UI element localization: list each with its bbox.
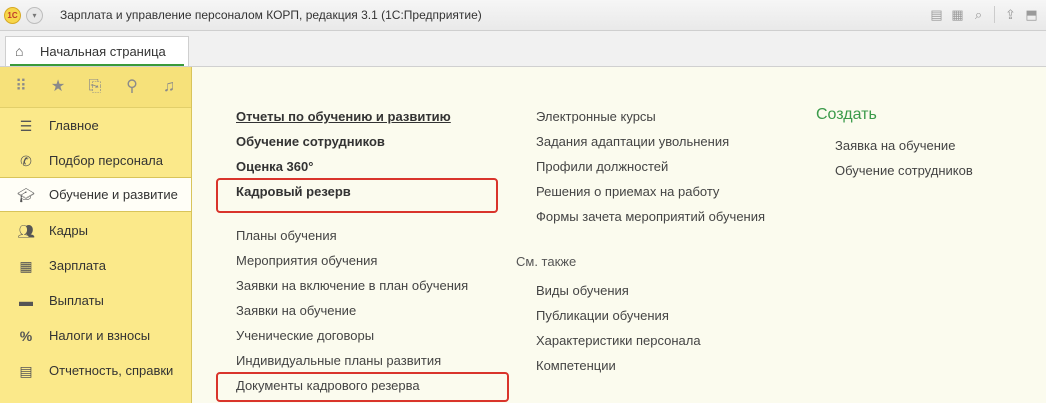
sidebar-item-hr[interactable]: 👥︎ Кадры [0, 214, 191, 249]
link-training-plans[interactable]: Планы обучения [236, 228, 337, 243]
sidebar-item-label: Налоги и взносы [49, 328, 151, 343]
home-icon: ⌂ [15, 43, 24, 59]
preview-icon[interactable]: ⌕ [970, 6, 987, 23]
link-training-events[interactable]: Мероприятия обучения [236, 253, 377, 268]
highlight-box [216, 178, 498, 213]
calculator-icon: ▦ [19, 258, 33, 274]
link-e-courses[interactable]: Электронные курсы [536, 109, 656, 124]
main-menu-button[interactable]: ▾ [26, 7, 43, 24]
print-icon[interactable]: ▦ [949, 6, 966, 23]
create-heading: Создать [816, 106, 877, 123]
menu-lines-icon: ☰ [19, 118, 33, 134]
sidebar-item-salary[interactable]: ▦ Зарплата [0, 249, 191, 284]
report-icon: ▤ [19, 363, 33, 379]
highlight-box [216, 372, 509, 402]
sidebar-item-payments[interactable]: ▬ Выплаты [0, 284, 191, 319]
link-training-types[interactable]: Виды обучения [536, 283, 629, 298]
sidebar-toolbar: ⠿ ★ ⎘ ⚲ ♫ [0, 67, 191, 108]
link-employee-training[interactable]: Обучение сотрудников [236, 134, 385, 149]
percent-icon: % [19, 328, 33, 344]
graduation-cap-icon: 🎓︎ [17, 187, 35, 203]
sidebar-item-label: Выплаты [49, 293, 104, 308]
search-icon[interactable]: ⚲ [122, 77, 142, 97]
upload-icon[interactable]: ⇪ [1002, 6, 1019, 23]
link-training-requests[interactable]: Заявки на обучение [236, 303, 356, 318]
link-personnel-characteristics[interactable]: Характеристики персонала [536, 333, 701, 348]
phone-icon: ✆ [20, 153, 32, 169]
link-position-profiles[interactable]: Профили должностей [536, 159, 668, 174]
tab-active-indicator [10, 64, 184, 66]
create-training-request[interactable]: Заявка на обучение [835, 138, 955, 153]
link-individual-development-plans[interactable]: Индивидуальные планы развития [236, 353, 441, 368]
wallet-icon: ▬ [19, 293, 33, 309]
sidebar-item-recruitment[interactable]: ✆ Подбор персонала [0, 144, 191, 179]
favorites-star-icon[interactable]: ★ [48, 77, 68, 97]
main-content: Отчеты по обучению и развитию Обучение с… [192, 67, 1046, 403]
tab-strip: ⌂ Начальная страница [0, 31, 1046, 67]
link-adaptation-tasks[interactable]: Задания адаптации увольнения [536, 134, 729, 149]
sidebar-item-label: Отчетность, справки [49, 363, 174, 378]
sidebar-item-main[interactable]: ☰ Главное [0, 109, 191, 144]
apps-grid-icon[interactable]: ⠿ [11, 77, 31, 97]
sidebar-item-label: Подбор персонала [49, 153, 163, 168]
tab-home[interactable]: ⌂ Начальная страница [5, 36, 189, 66]
sidebar-item-label: Кадры [49, 223, 88, 238]
tab-home-label: Начальная страница [40, 44, 166, 59]
link-plan-inclusion-requests[interactable]: Заявки на включение в план обучения [236, 278, 468, 293]
see-also-heading: См. также [516, 254, 577, 269]
sidebar-item-label: Зарплата [49, 258, 106, 273]
sidebar-item-taxes[interactable]: % Налоги и взносы [0, 319, 191, 354]
link-competencies[interactable]: Компетенции [536, 358, 616, 373]
link-training-reports[interactable]: Отчеты по обучению и развитию [236, 109, 451, 124]
sidebar-item-training[interactable]: 🎓︎ Обучение и развитие [0, 177, 191, 212]
people-icon: 👥︎ [17, 223, 35, 239]
sidebar: ⠿ ★ ⎘ ⚲ ♫ ☰ Главное ✆ Подбор персонала 🎓… [0, 67, 192, 403]
link-training-publications[interactable]: Публикации обучения [536, 308, 669, 323]
link-assessment-forms[interactable]: Формы зачета мероприятий обучения [536, 209, 765, 224]
1c-logo-icon[interactable]: 1С [4, 7, 21, 24]
link-apprentice-contracts[interactable]: Ученические договоры [236, 328, 374, 343]
divider [994, 6, 995, 23]
notifications-bell-icon[interactable]: ♫ [159, 77, 179, 97]
title-bar-tools: ▤ ▦ ⌕ ⇪ ⬒ [928, 6, 1040, 23]
window-title: Зарплата и управление персоналом КОРП, р… [60, 8, 482, 22]
create-employee-training[interactable]: Обучение сотрудников [835, 163, 973, 178]
sidebar-item-reports[interactable]: ▤ Отчетность, справки [0, 354, 191, 389]
download-icon[interactable]: ⬒ [1023, 6, 1040, 23]
title-bar: 1С ▾ Зарплата и управление персоналом КО… [0, 0, 1046, 31]
sidebar-item-label: Обучение и развитие [49, 187, 178, 202]
link-hiring-decisions[interactable]: Решения о приемах на работу [536, 184, 719, 199]
history-icon[interactable]: ⎘ [85, 77, 105, 97]
save-icon[interactable]: ▤ [928, 6, 945, 23]
sidebar-item-label: Главное [49, 118, 99, 133]
link-evaluation-360[interactable]: Оценка 360° [236, 159, 313, 174]
